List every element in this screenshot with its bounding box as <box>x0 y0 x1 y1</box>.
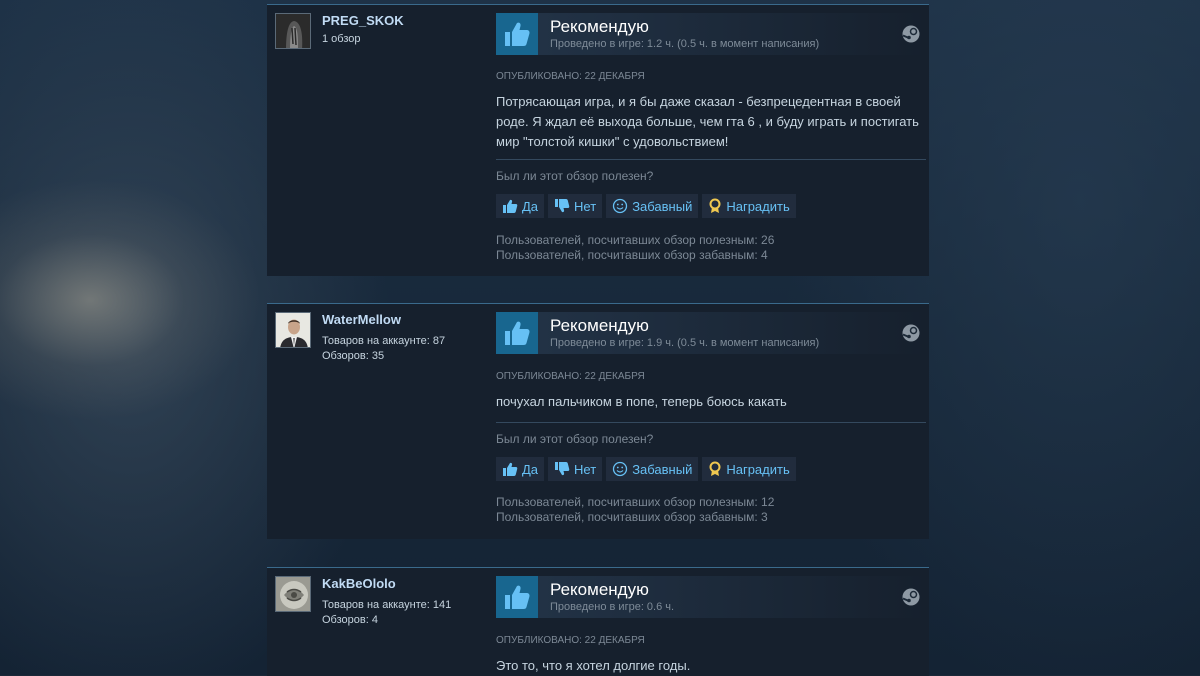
vote-funny-button[interactable]: Забавный <box>606 194 699 218</box>
review-text: Потрясающая игра, и я бы даже сказал - б… <box>496 94 919 149</box>
award-label: Наградить <box>726 198 790 214</box>
award-ribbon-icon <box>708 198 722 214</box>
review-card: KakBeOlolo Товаров на аккаунте: 141 Обзо… <box>267 567 929 676</box>
review-card: WaterMellow Товаров на аккаунте: 87 Обзо… <box>267 303 929 539</box>
vote-no-label: Нет <box>574 461 597 477</box>
author-products-count[interactable]: Товаров на аккаунте: 141 <box>322 599 451 611</box>
award-label: Наградить <box>726 461 790 477</box>
hours-played: Проведено в игре: 1.9 ч. (0.5 ч. в момен… <box>550 337 820 349</box>
vote-no-label: Нет <box>574 198 597 214</box>
vote-yes-button[interactable]: Да <box>496 457 545 481</box>
thumbs-up-icon <box>496 576 538 618</box>
avatar[interactable] <box>275 312 311 348</box>
thumbs-up-icon <box>496 312 538 354</box>
avatar[interactable] <box>275 13 311 49</box>
reviewer-name[interactable]: WaterMellow <box>322 312 401 327</box>
award-ribbon-icon <box>708 461 722 477</box>
funny-count: Пользователей, посчитавших обзор забавны… <box>496 248 768 262</box>
divider <box>496 159 926 160</box>
posted-date: ОПУБЛИКОВАНО: 22 ДЕКАБРЯ <box>496 71 645 82</box>
award-button[interactable]: Наградить <box>702 194 796 218</box>
helpful-count: Пользователей, посчитавших обзор полезны… <box>496 495 775 509</box>
vote-funny-label: Забавный <box>632 198 693 214</box>
author-review-count[interactable]: 1 обзор <box>322 33 361 45</box>
helpful-question: Был ли этот обзор полезен? <box>496 432 654 446</box>
vote-no-button[interactable]: Нет <box>548 194 603 218</box>
review-text: Это то, что я хотел долгие годы. <box>496 658 691 673</box>
steam-logo-icon <box>902 324 920 347</box>
recommendation-header[interactable]: Рекомендую Проведено в игре: 1.2 ч. (0.5… <box>496 13 926 55</box>
thumbs-down-icon <box>554 198 570 214</box>
author-products-count[interactable]: Товаров на аккаунте: 87 <box>322 335 445 347</box>
steam-logo-icon <box>902 25 920 48</box>
hours-played: Проведено в игре: 1.2 ч. (0.5 ч. в момен… <box>550 38 820 50</box>
helpful-count: Пользователей, посчитавших обзор полезны… <box>496 233 775 247</box>
recommendation-title: Рекомендую <box>550 580 649 599</box>
vote-buttons: Да Нет Забавный Наградить <box>496 194 796 218</box>
award-button[interactable]: Наградить <box>702 457 796 481</box>
recommendation-header[interactable]: Рекомендую Проведено в игре: 0.6 ч. <box>496 576 926 618</box>
review-text: почухал пальчиком в попе, теперь боюсь к… <box>496 394 787 409</box>
vote-yes-button[interactable]: Да <box>496 194 545 218</box>
recommendation-title: Рекомендую <box>550 17 649 36</box>
review-stats: Пользователей, посчитавших обзор полезны… <box>496 233 774 263</box>
smiley-icon <box>612 461 628 477</box>
funny-count: Пользователей, посчитавших обзор забавны… <box>496 510 768 524</box>
author-review-count[interactable]: Обзоров: 35 <box>322 350 384 362</box>
author-review-count[interactable]: Обзоров: 4 <box>322 614 378 626</box>
hours-played: Проведено в игре: 0.6 ч. <box>550 601 675 613</box>
vote-yes-label: Да <box>522 198 539 214</box>
vote-yes-label: Да <box>522 461 539 477</box>
thumbs-up-icon <box>496 13 538 55</box>
avatar[interactable] <box>275 576 311 612</box>
thumbs-up-icon <box>502 198 518 214</box>
steam-logo-icon <box>902 588 920 611</box>
smiley-icon <box>612 198 628 214</box>
reviewer-name[interactable]: PREG_SKOK <box>322 13 404 28</box>
vote-buttons: Да Нет Забавный Наградить <box>496 457 796 481</box>
vote-funny-label: Забавный <box>632 461 693 477</box>
helpful-question: Был ли этот обзор полезен? <box>496 169 654 183</box>
recommendation-title: Рекомендую <box>550 316 649 335</box>
thumbs-down-icon <box>554 461 570 477</box>
divider <box>496 422 926 423</box>
review-card: PREG_SKOK 1 обзор Рекомендую Проведено в… <box>267 4 929 276</box>
thumbs-up-icon <box>502 461 518 477</box>
vote-no-button[interactable]: Нет <box>548 457 603 481</box>
reviewer-name[interactable]: KakBeOlolo <box>322 576 396 591</box>
posted-date: ОПУБЛИКОВАНО: 22 ДЕКАБРЯ <box>496 371 645 382</box>
review-stats: Пользователей, посчитавших обзор полезны… <box>496 495 774 525</box>
vote-funny-button[interactable]: Забавный <box>606 457 699 481</box>
recommendation-header[interactable]: Рекомендую Проведено в игре: 1.9 ч. (0.5… <box>496 312 926 354</box>
posted-date: ОПУБЛИКОВАНО: 22 ДЕКАБРЯ <box>496 635 645 646</box>
